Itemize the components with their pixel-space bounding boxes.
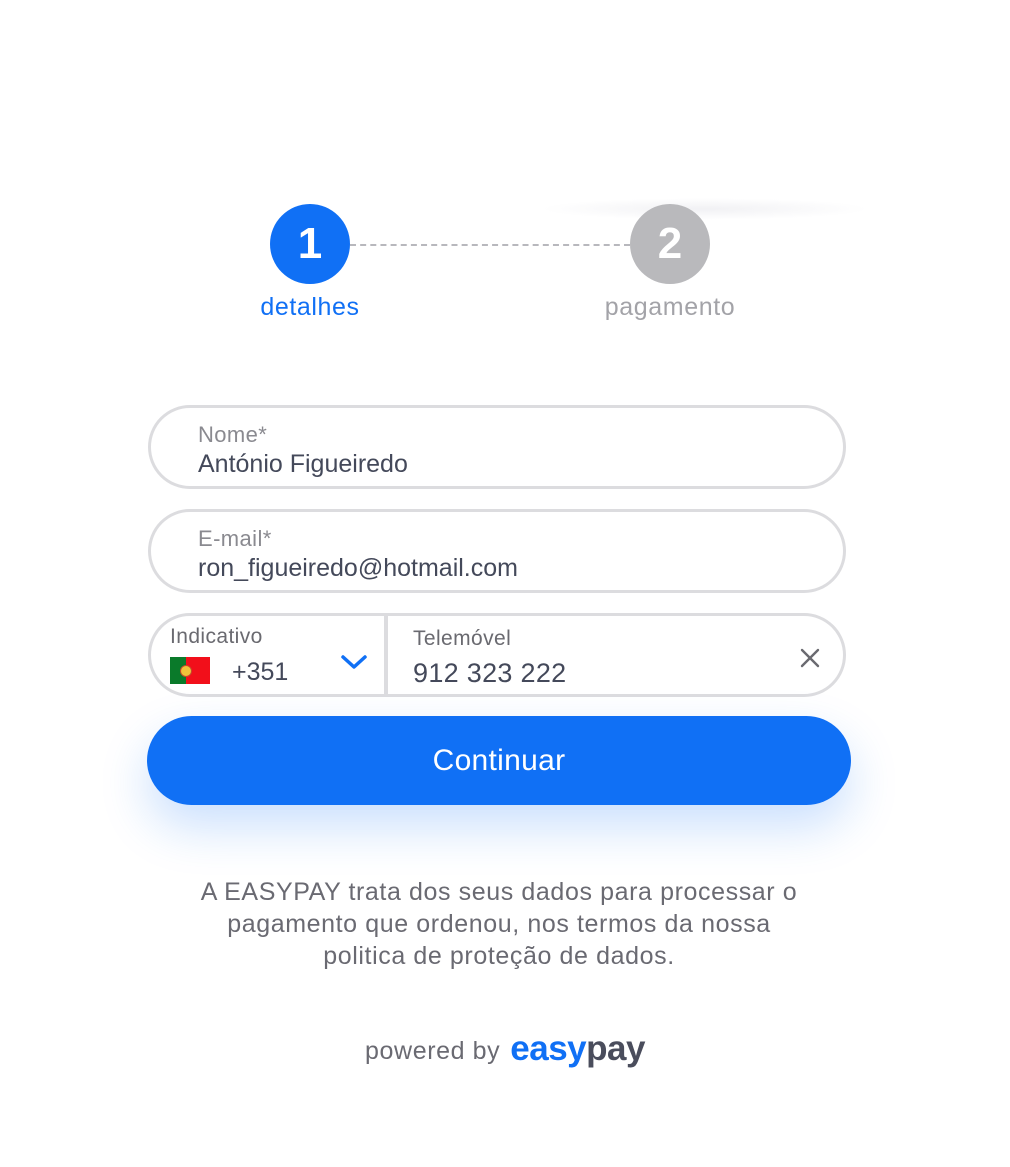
stepper-glow	[540, 198, 870, 220]
logo-pay: pay	[586, 1029, 645, 1068]
email-input-value[interactable]: ron_figueiredo@hotmail.com	[198, 554, 518, 583]
logo-easy: easy	[510, 1029, 587, 1068]
step-2-circle: 2	[630, 204, 710, 284]
nome-field[interactable]: Nome* António Figueiredo	[148, 405, 846, 489]
continue-button[interactable]: Continuar	[147, 716, 851, 805]
email-field[interactable]: E-mail* ron_figueiredo@hotmail.com	[148, 509, 846, 593]
powered-by: powered by easypay	[0, 1026, 1010, 1071]
step-1-circle: 1	[270, 204, 350, 284]
nome-label: Nome*	[198, 422, 268, 447]
step-1-number: 1	[297, 219, 323, 268]
easypay-logo: easypay	[510, 1031, 645, 1066]
portugal-flag-icon	[170, 657, 210, 684]
dial-code-value: +351	[232, 658, 289, 686]
email-label: E-mail*	[198, 526, 272, 551]
checkout-page: 1 detalhes 2 pagamento Nome* António Fig…	[0, 0, 1010, 1167]
stepper-connector	[350, 244, 630, 246]
step-2-number: 2	[657, 219, 683, 268]
clear-icon[interactable]	[798, 646, 822, 670]
privacy-disclaimer: A EASYPAY trata dos seus dados para proc…	[140, 876, 858, 972]
disclaimer-line-3[interactable]: politica de proteção de dados.	[140, 940, 858, 972]
indicativo-label: Indicativo	[170, 625, 263, 648]
step-1-label: detalhes	[260, 293, 360, 321]
telemovel-label: Telemóvel	[413, 627, 512, 650]
chevron-down-icon[interactable]	[340, 652, 368, 672]
nome-input-value[interactable]: António Figueiredo	[198, 450, 408, 479]
powered-by-text: powered by	[365, 1037, 501, 1065]
disclaimer-line-2: pagamento que ordenou, nos termos da nos…	[227, 910, 771, 938]
phone-field-group: Indicativo +351 Telemóvel 912 323 222	[148, 613, 846, 697]
step-2-label: pagamento	[604, 293, 736, 321]
disclaimer-line-1: A EASYPAY trata dos seus dados para proc…	[200, 878, 798, 906]
telemovel-input-value[interactable]: 912 323 222	[413, 658, 566, 689]
phone-divider	[384, 616, 388, 694]
